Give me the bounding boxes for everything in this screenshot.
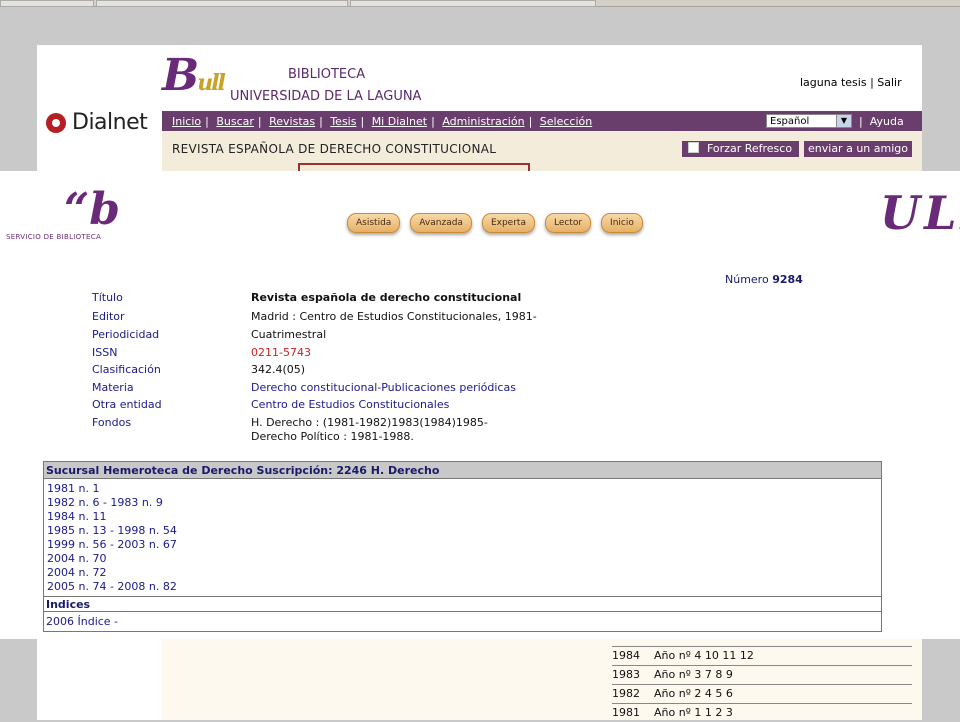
indices-link[interactable]: 2006 Índice - xyxy=(46,615,118,628)
entity-link[interactable]: Centro de Estudios Constitucionales xyxy=(251,398,449,411)
year-row[interactable]: 1982 Año nº 2 4 5 6 xyxy=(612,684,912,703)
user-links: laguna tesis | Salir xyxy=(800,76,902,89)
numero-value: 9284 xyxy=(772,273,803,286)
library-b-logo-icon: “b xyxy=(64,184,121,235)
field-value: Madrid : Centro de Estudios Constitucion… xyxy=(251,310,537,323)
language-select[interactable]: Español ▼ xyxy=(766,114,852,128)
year-value: 1981 xyxy=(612,706,640,719)
browser-tab[interactable] xyxy=(0,0,94,7)
browser-tab[interactable] xyxy=(350,0,596,7)
field-label: ISSN xyxy=(92,346,118,359)
holding-link[interactable]: 1985 n. 13 - 1998 n. 54 xyxy=(47,524,177,537)
record-number: Número 9284 xyxy=(725,273,803,286)
field-label: Clasificación xyxy=(92,363,161,376)
dialnet-logo-text: Dialnet xyxy=(72,110,148,135)
holdings-table: Sucursal Hemeroteca de Derecho Suscripci… xyxy=(43,461,882,632)
field-label: Periodicidad xyxy=(92,328,160,341)
language-value: Español xyxy=(770,116,810,127)
issue-numbers: Año nº 4 10 11 12 xyxy=(654,649,754,662)
holdings-header: Sucursal Hemeroteca de Derecho Suscripci… xyxy=(44,462,881,479)
nav-buscar[interactable]: Buscar xyxy=(216,115,254,128)
holding-link[interactable]: 1984 n. 11 xyxy=(47,510,106,523)
browser-toolbar xyxy=(0,0,960,7)
field-value: Cuatrimestral xyxy=(251,328,327,341)
help-link-wrap: | Ayuda xyxy=(859,115,904,128)
dialnet-logo[interactable]: Dialnet xyxy=(46,110,148,135)
nav-seleccion[interactable]: Selección xyxy=(540,115,592,128)
journal-title: REVISTA ESPAÑOLA DE DERECHO CONSTITUCION… xyxy=(172,142,497,156)
holding-link[interactable]: 2004 n. 72 xyxy=(47,566,106,579)
year-value: 1984 xyxy=(612,649,640,662)
bull-logo-icon: Bull xyxy=(162,50,226,101)
nav-inicio[interactable]: Inicio xyxy=(172,115,201,128)
issue-numbers: Año nº 3 7 8 9 xyxy=(654,668,733,681)
asistida-button[interactable]: Asistida xyxy=(347,213,401,233)
holding-link[interactable]: 1999 n. 56 - 2003 n. 67 xyxy=(47,538,177,551)
forzar-label: Forzar Refresco xyxy=(707,142,793,155)
year-value: 1983 xyxy=(612,668,640,681)
issn-link[interactable]: 0211-5743 xyxy=(251,346,311,359)
user-link[interactable]: laguna tesis xyxy=(800,76,867,89)
field-value: 342.4(05) xyxy=(251,363,306,376)
nav-administracion[interactable]: Administración xyxy=(442,115,524,128)
avanzada-button[interactable]: Avanzada xyxy=(410,213,472,233)
inicio-button[interactable]: Inicio xyxy=(601,213,643,233)
chevron-down-icon[interactable]: ▼ xyxy=(836,115,851,127)
year-row[interactable]: 1981 Año nº 1 1 2 3 xyxy=(612,703,912,722)
holding-link[interactable]: 2005 n. 74 - 2008 n. 82 xyxy=(47,580,177,593)
field-label: Materia xyxy=(92,381,134,394)
separator: | xyxy=(859,115,870,128)
indices-header: Indices xyxy=(44,596,881,612)
nav-mi-dialnet[interactable]: Mi Dialnet xyxy=(372,115,427,128)
search-mode-buttons: Asistida Avanzada Experta Lector Inicio xyxy=(347,213,643,233)
experta-button[interactable]: Experta xyxy=(481,213,535,233)
holding-link[interactable]: 1981 n. 1 xyxy=(47,482,99,495)
refresh-checkbox[interactable] xyxy=(688,142,699,153)
field-label: Otra entidad xyxy=(92,398,162,411)
year-row[interactable]: 1983 Año nº 3 7 8 9 xyxy=(612,665,912,684)
library-name: BIBLIOTECA xyxy=(288,67,366,82)
nav-revistas[interactable]: Revistas xyxy=(269,115,315,128)
send-to-friend-button[interactable]: enviar a un amigo xyxy=(804,141,912,157)
lector-button[interactable]: Lector xyxy=(544,213,592,233)
field-label: Título xyxy=(92,291,123,304)
issue-numbers: Año nº 1 1 2 3 xyxy=(654,706,733,719)
issue-numbers: Año nº 2 4 5 6 xyxy=(654,687,733,700)
field-label: Editor xyxy=(92,310,125,323)
holding-link[interactable]: 1982 n. 6 - 1983 n. 9 xyxy=(47,496,163,509)
dialnet-logo-icon xyxy=(46,112,66,133)
library-service-label: SERVICIO DE BIBLIOTECA xyxy=(6,233,102,241)
year-value: 1982 xyxy=(612,687,640,700)
year-row[interactable]: 1984 Año nº 4 10 11 12 xyxy=(612,646,912,665)
field-value: H. Derecho : (1981-1982)1983(1984)1985- xyxy=(251,416,488,429)
field-value: Revista española de derecho constitucion… xyxy=(251,291,522,304)
field-value: Derecho Político : 1981-1988. xyxy=(251,430,414,443)
field-label: Fondos xyxy=(92,416,132,429)
ull-logo: ULL xyxy=(880,186,960,240)
nav-tesis[interactable]: Tesis xyxy=(330,115,356,128)
logout-link[interactable]: Salir xyxy=(877,76,901,89)
numero-label: Número xyxy=(725,273,769,286)
main-nav: Inicio | Buscar | Revistas | Tesis | Mi Dial… xyxy=(162,111,922,131)
university-name: UNIVERSIDAD DE LA LAGUNA xyxy=(230,89,422,104)
browser-tab[interactable] xyxy=(96,0,348,7)
forzar-refresco-button[interactable]: Forzar Refresco xyxy=(682,141,799,157)
holding-link[interactable]: 2004 n. 70 xyxy=(47,552,106,565)
subject-link[interactable]: Derecho constitucional-Publicaciones per… xyxy=(251,381,516,394)
help-link[interactable]: Ayuda xyxy=(870,115,904,128)
